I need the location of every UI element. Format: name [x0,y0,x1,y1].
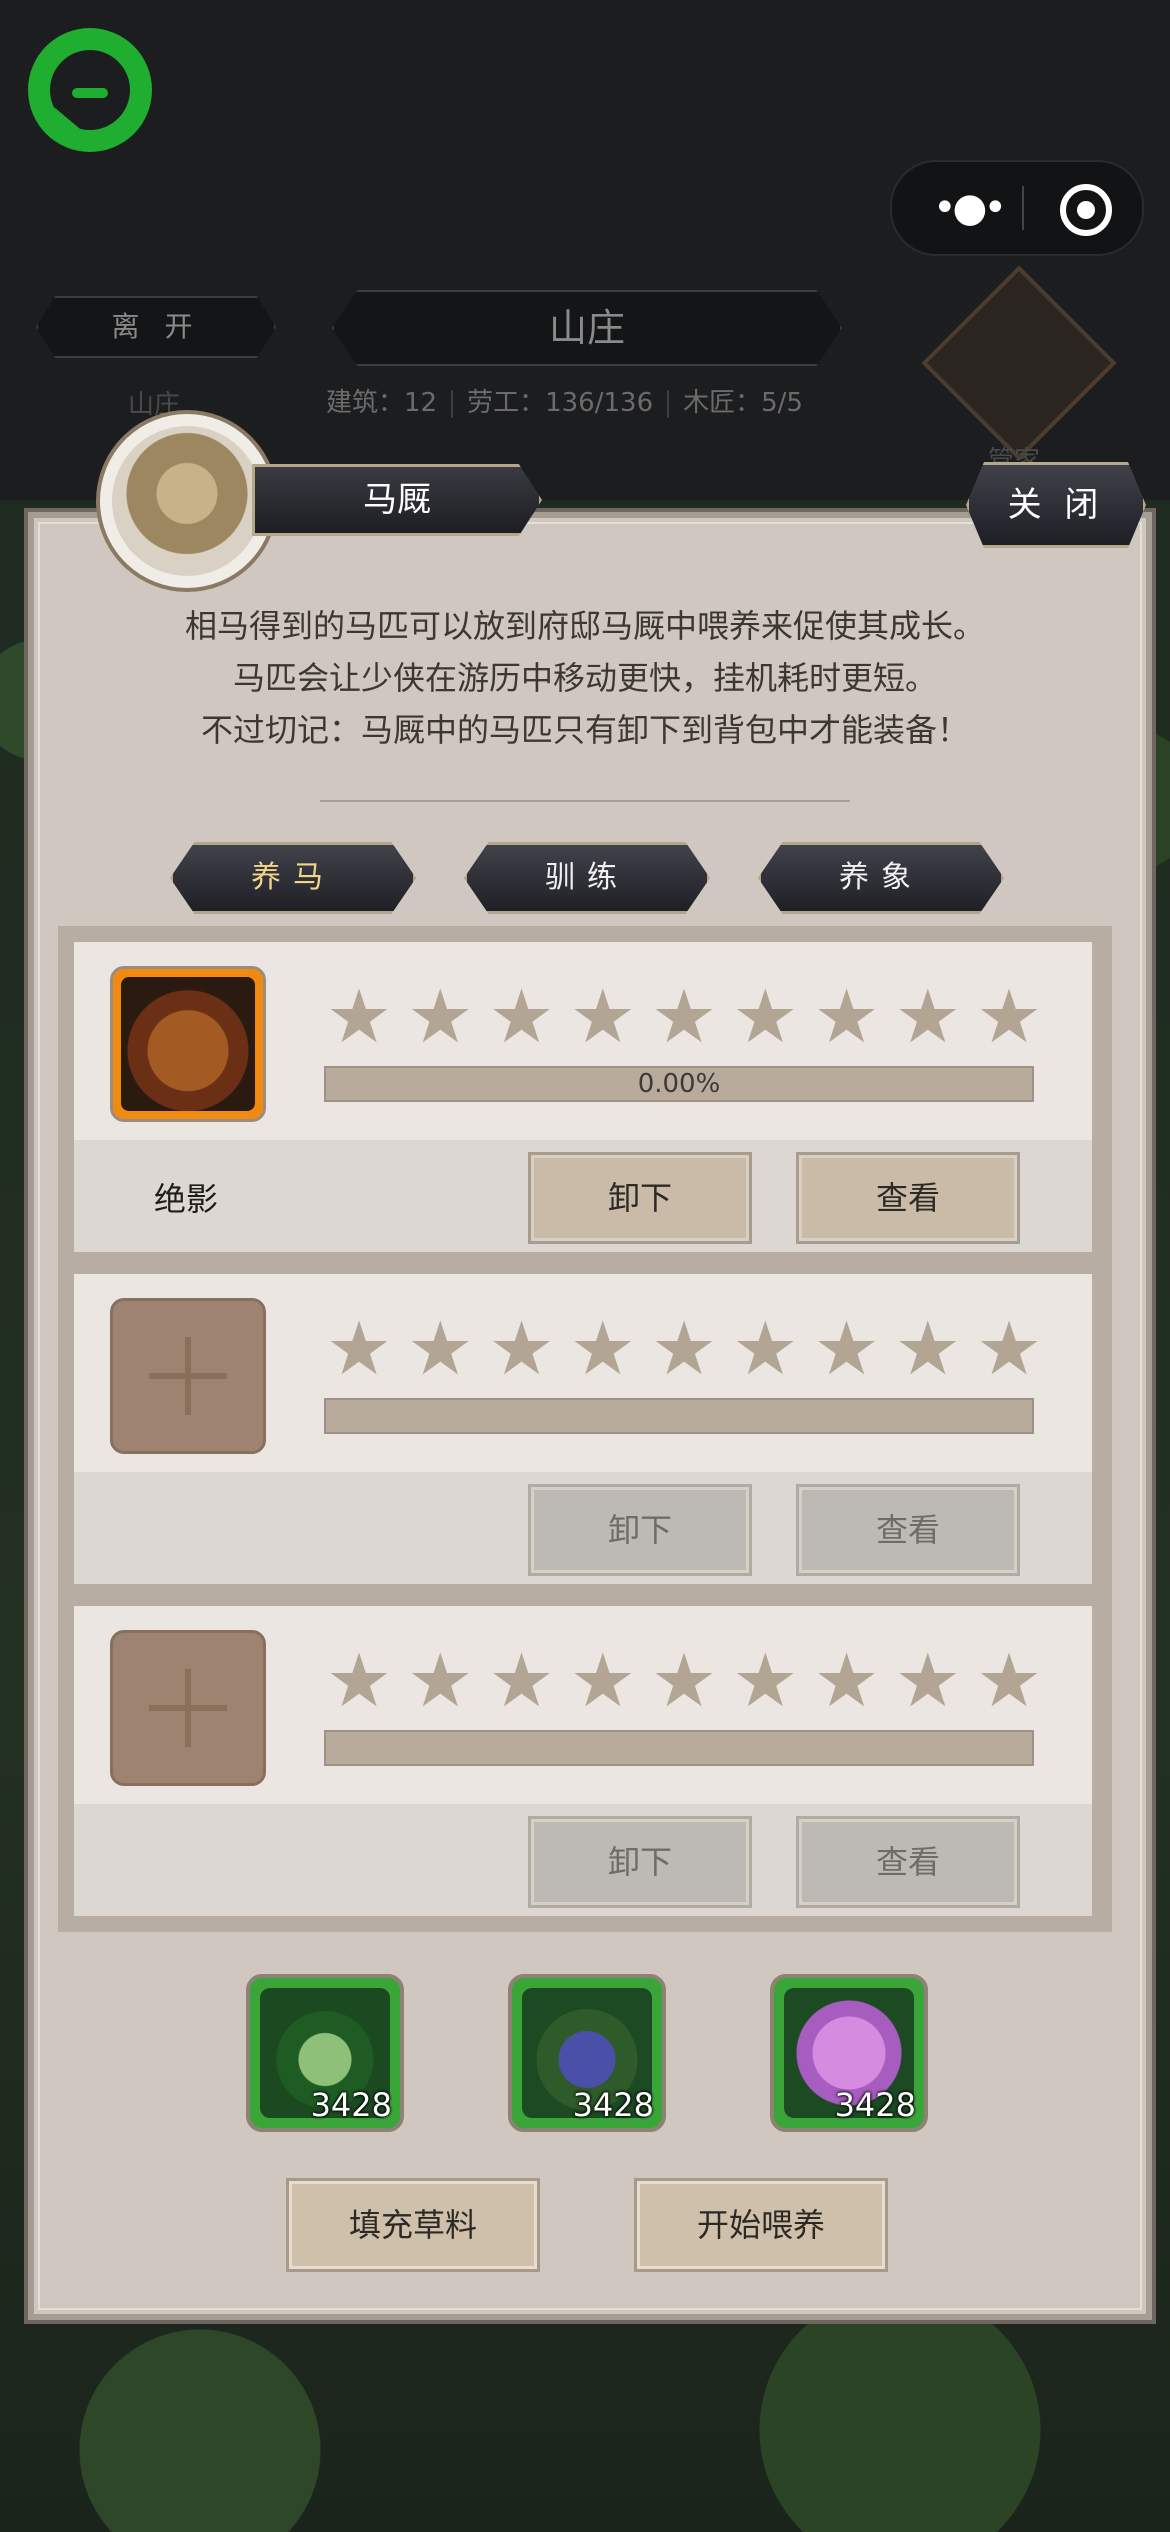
star-icon: ★ [813,1638,880,1724]
star-icon: ★ [975,974,1043,1060]
view-button[interactable]: 查看 [796,1816,1020,1908]
growth-progress [324,1730,1034,1766]
star-icon: ★ [650,1638,718,1724]
item-count: 3428 [310,2086,392,2124]
star-icon: ★ [488,1638,555,1724]
unload-button[interactable]: 卸下 [528,1152,752,1244]
feed-item[interactable]: 3428 [508,1974,666,2132]
star-icon: ★ [813,974,880,1060]
star-icon: ★ [488,974,555,1060]
star-icon: ★ [732,1638,799,1724]
feed-items: 3428 3428 3428 [240,1974,930,2132]
star-icon: ★ [407,974,474,1060]
star-icon: ★ [325,1306,393,1392]
star-icon: ★ [732,1306,799,1392]
star-icon: ★ [407,1638,474,1724]
star-icon: ★ [894,1638,961,1724]
unload-button[interactable]: 卸下 [528,1484,752,1576]
tab-raise-elephant[interactable]: 养象 [758,842,1004,914]
start-feeding-button[interactable]: 开始喂养 [634,2178,888,2272]
star-icon: ★ [325,1638,393,1724]
desc-line: 相马得到的马匹可以放到府邸马厩中喂养来促使其成长。 [184,607,985,645]
item-count: 3428 [834,2086,916,2124]
star-icon: ★ [894,974,961,1060]
star-icon: ★ [650,974,718,1060]
star-icon: ★ [407,1306,474,1392]
ornament-divider [320,800,850,806]
star-rating: ★ ★ ★ ★ ★ ★ ★ ★ ★ [324,1638,1044,1724]
feed-item[interactable]: 3428 [246,1974,404,2132]
close-program-icon[interactable] [1060,184,1112,236]
panel-title: 马厩 [252,464,542,536]
star-icon: ★ [894,1306,961,1392]
more-menu-icon[interactable]: •●• [928,188,1008,228]
horse-name: 绝影 [154,1180,219,1218]
desc-line: 不过切记：马厩中的马匹只有卸下到背包中才能装备！ [200,711,969,749]
star-icon: ★ [569,1306,636,1392]
estate-stats: 建筑：12 劳工：136/136 木匠：5/5 [326,382,866,422]
leave-button[interactable]: 离 开 [36,296,276,358]
star-icon: ★ [569,1638,636,1724]
unload-button[interactable]: 卸下 [528,1816,752,1908]
growth-progress [324,1398,1034,1434]
star-icon: ★ [488,1306,555,1392]
star-icon: ★ [975,1638,1043,1724]
star-icon: ★ [813,1306,880,1392]
star-icon: ★ [732,974,799,1060]
add-horse-icon[interactable] [110,1298,266,1454]
stable-slot: ★ ★ ★ ★ ★ ★ ★ ★ ★ 0.00% 绝影 卸下 查看 [74,942,1092,1252]
star-icon: ★ [325,974,393,1060]
mini-program-capsule: •●• [890,160,1144,256]
view-button[interactable]: 查看 [796,1152,1020,1244]
growth-progress: 0.00% [324,1066,1034,1102]
horse-portrait[interactable] [110,966,266,1122]
buildings-stat: 建筑：12 [326,388,438,418]
tab-train[interactable]: 驯练 [464,842,710,914]
add-horse-icon[interactable] [110,1630,266,1786]
view-button[interactable]: 查看 [796,1484,1020,1576]
close-button[interactable]: 关 闭 [966,462,1146,548]
stable-tabs: 养马 驯练 养象 [170,842,1010,914]
stable-building-icon [96,410,278,592]
stable-description: 相马得到的马匹可以放到府邸马厩中喂养来促使其成长。 马匹会让少侠在游历中移动更快… [60,600,1110,756]
star-rating: ★ ★ ★ ★ ★ ★ ★ ★ ★ [324,1306,1044,1392]
tab-raise-horse[interactable]: 养马 [170,842,416,914]
feed-item[interactable]: 3428 [770,1974,928,2132]
stable-slot: ★ ★ ★ ★ ★ ★ ★ ★ ★ 卸下 查看 [74,1274,1092,1584]
star-icon: ★ [650,1306,718,1392]
app-logo-icon [28,28,152,152]
page-title: 山庄 [332,290,842,366]
stable-slots: ★ ★ ★ ★ ★ ★ ★ ★ ★ 0.00% 绝影 卸下 查看 ★ ★ ★ ★ ★ ★ ★ ★ ★ 卸下 查看… [58,926,1112,1932]
fill-forage-button[interactable]: 填充草料 [286,2178,540,2272]
star-icon: ★ [975,1306,1043,1392]
stable-slot: ★ ★ ★ ★ ★ ★ ★ ★ ★ 卸下 查看 [74,1606,1092,1916]
star-rating: ★ ★ ★ ★ ★ ★ ★ ★ ★ [324,974,1044,1060]
desc-line: 马匹会让少侠在游历中移动更快，挂机耗时更短。 [232,659,937,697]
star-icon: ★ [569,974,636,1060]
carpenter-stat: 木匠：5/5 [683,388,803,418]
item-count: 3428 [572,2086,654,2124]
labor-stat: 劳工：136/136 [467,388,654,418]
